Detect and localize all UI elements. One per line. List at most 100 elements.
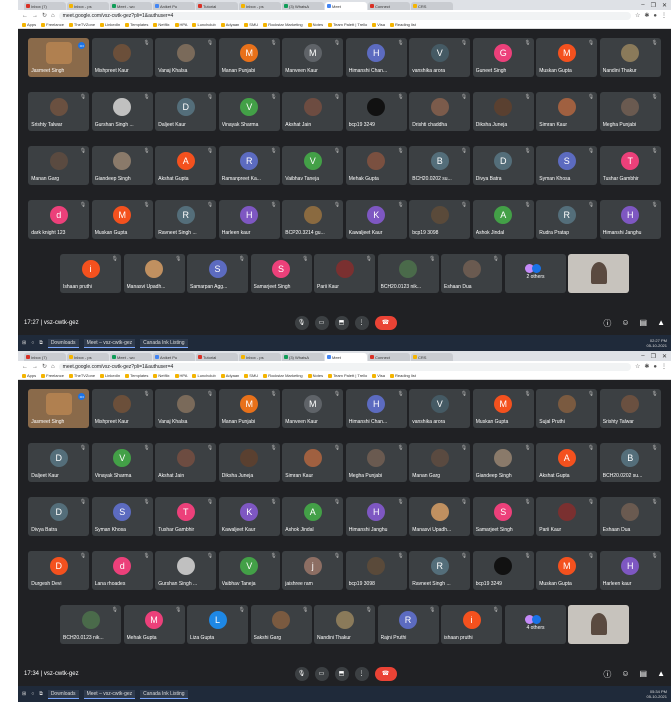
maximize-icon[interactable]: ❐: [651, 2, 656, 9]
participant-tile[interactable]: H 🎙︎ Harleen kaur: [218, 200, 280, 239]
participant-tile[interactable]: M 🎙︎ Manveen Kaur: [282, 389, 344, 428]
browser-tab[interactable]: Meet - wo: [110, 2, 152, 10]
participant-tile[interactable]: R 🎙︎ Ramanpreet Ka...: [218, 146, 280, 185]
home-icon[interactable]: ⌂: [51, 13, 55, 19]
bookmark-item[interactable]: LinkedIn: [100, 373, 120, 378]
participant-tile[interactable]: K 🎙︎ Kawaljeet Kaur: [218, 497, 280, 536]
participant-tile[interactable]: 🎙︎ Diksha Juneja: [218, 443, 280, 482]
activities-icon[interactable]: ▲: [657, 669, 665, 680]
url-input[interactable]: meet.google.com/vsz-cwtk-gez?pli=1&authu…: [58, 362, 631, 371]
extensions-icon[interactable]: ✱: [644, 12, 649, 19]
participant-tile[interactable]: M 🎙︎ Muskan Gupta: [536, 551, 598, 590]
participant-tile[interactable]: V 🎙︎ Vinayak Sharma: [218, 92, 280, 131]
participant-tile[interactable]: ••• Jasmeet Singh: [28, 389, 90, 428]
participant-tile[interactable]: T 🎙︎ Tushar Gambhir: [155, 497, 217, 536]
participant-tile[interactable]: S 🎙︎ Syman Khosa: [536, 146, 598, 185]
participant-tile[interactable]: H 🎙︎ Himanshi Janghu: [345, 497, 407, 536]
participant-tile[interactable]: M 🎙︎ Manan Punjabi: [218, 389, 280, 428]
participant-tile[interactable]: R 🎙︎ Rajni Pruthi: [377, 605, 439, 644]
participant-tile[interactable]: 🎙︎ Gurshan Singh ...: [91, 92, 153, 131]
bookmark-item[interactable]: Rockstar Marketing: [263, 22, 302, 27]
star-icon[interactable]: ☆: [635, 12, 640, 19]
participant-tile[interactable]: 🎙︎ BCH20.0123 nik...: [60, 605, 121, 644]
search-icon[interactable]: ○: [31, 691, 34, 697]
participant-tile[interactable]: D 🎙︎ Daljeet Kaur: [28, 443, 90, 482]
start-icon[interactable]: ⊞: [22, 340, 26, 346]
participant-tile[interactable]: 🎙︎ Giandeep Singh: [472, 443, 534, 482]
participant-tile[interactable]: 4 others: [504, 605, 566, 644]
participant-tile[interactable]: 🎙︎ Nandini Thakur: [599, 38, 661, 77]
participant-tile[interactable]: 🎙︎ Simran Kaur: [536, 92, 598, 131]
info-icon[interactable]: ⓘ: [603, 318, 611, 329]
bookmark-item[interactable]: Templates: [125, 22, 148, 27]
bookmark-item[interactable]: Apps: [22, 373, 36, 378]
participant-tile[interactable]: 🎙︎ Megha Punjabi: [345, 443, 407, 482]
participant-tile[interactable]: 🎙︎ Srishty Talwar: [28, 92, 90, 131]
participant-tile[interactable]: d 🎙︎ Lana rhoades: [91, 551, 153, 590]
participant-tile[interactable]: 🎙︎ Srishty Talwar: [599, 389, 661, 428]
taskbar-item[interactable]: Downloads: [47, 338, 79, 348]
participant-tile[interactable]: D 🎙︎ Divya Batra: [472, 146, 534, 185]
participant-tile[interactable]: A 🎙︎ Akshat Gupta: [536, 443, 598, 482]
participant-tile[interactable]: 🎙︎ Giandeep Singh: [91, 146, 153, 185]
browser-tab[interactable]: Meet - wo: [110, 353, 152, 361]
participant-tile[interactable]: A 🎙︎ Ashok Jindal: [282, 497, 344, 536]
forward-icon[interactable]: →: [32, 364, 38, 370]
browser-tab[interactable]: Aniket Pu: [153, 2, 195, 10]
bookmark-item[interactable]: Apps: [22, 22, 36, 27]
participant-tile[interactable]: i 🎙︎ Ishaan pruthi: [60, 254, 121, 293]
participant-tile[interactable]: 🎙︎ Manasvi Upadh...: [123, 254, 185, 293]
participant-tile[interactable]: G 🎙︎ Guneet Singh: [472, 38, 534, 77]
participant-tile[interactable]: A 🎙︎ Ashok Jindal: [472, 200, 534, 239]
more-icon[interactable]: ⋮: [354, 667, 369, 681]
browser-tab[interactable]: Inbox - ps: [67, 353, 109, 361]
bookmark-item[interactable]: Adyaan: [221, 22, 240, 27]
bookmark-item[interactable]: Freelance: [41, 22, 64, 27]
start-icon[interactable]: ⊞: [22, 691, 26, 697]
browser-tab[interactable]: (3) WhatsA: [282, 2, 324, 10]
browser-tab[interactable]: Connect: [368, 2, 410, 10]
search-icon[interactable]: ○: [31, 340, 34, 346]
participant-tile[interactable]: 🎙︎ Nandini Thakur: [314, 605, 375, 644]
bookmark-item[interactable]: SMU: [244, 22, 258, 27]
participant-tile[interactable]: [568, 605, 629, 644]
taskbar-item[interactable]: Canada Ink Listing: [140, 338, 188, 348]
participant-tile[interactable]: 🎙︎ Vanaj Khalsa: [155, 38, 217, 77]
participant-tile[interactable]: V 🎙︎ Vaibhav Taneja: [218, 551, 280, 590]
task-view-icon[interactable]: ⧉: [39, 691, 43, 697]
participant-tile[interactable]: K 🎙︎ Kawaljeet Kaur: [345, 200, 407, 239]
participant-tile[interactable]: V 🎙︎ vanshika arora: [409, 38, 471, 77]
browser-tab[interactable]: (3) WhatsA: [282, 353, 324, 361]
reload-icon[interactable]: ↻: [42, 12, 47, 19]
participant-tile[interactable]: ••• Jasmeet Singh: [28, 38, 90, 77]
bookmark-item[interactable]: Netflix: [153, 373, 169, 378]
taskbar-item[interactable]: Canada Ink Listing: [140, 689, 188, 699]
reload-icon[interactable]: ↻: [42, 363, 47, 370]
chat-icon[interactable]: ▤: [640, 318, 648, 329]
participant-tile[interactable]: M 🎙︎ Manan Punjabi: [218, 38, 280, 77]
browser-tab[interactable]: Connect: [368, 353, 410, 361]
bookmark-item[interactable]: Notes: [308, 373, 323, 378]
participant-tile[interactable]: D 🎙︎ Durgesh Devi: [28, 551, 90, 590]
bookmark-item[interactable]: TheTVZone: [69, 22, 95, 27]
star-icon[interactable]: ☆: [635, 363, 640, 370]
participant-tile[interactable]: H 🎙︎ Himanshi Chan...: [345, 389, 407, 428]
participant-tile[interactable]: R 🎙︎ Ravneet Singh ...: [155, 200, 217, 239]
participant-tile[interactable]: 🎙︎ Manasvi Upadh...: [409, 497, 471, 536]
browser-tab[interactable]: CRS: [411, 2, 453, 10]
participant-tile[interactable]: 🎙︎ Sakshi Garg: [250, 605, 312, 644]
browser-tab[interactable]: CRS: [411, 353, 453, 361]
taskbar-item[interactable]: Meet – vsz-cwtk-gez: [83, 338, 136, 348]
participant-tile[interactable]: 🎙︎ BCP20.3214 gu...: [282, 200, 344, 239]
participant-tile[interactable]: D 🎙︎ Daljeet Kaur: [155, 92, 217, 131]
bookmark-item[interactable]: Reading list: [390, 373, 416, 378]
profile-icon[interactable]: ●: [653, 13, 657, 19]
browser-tab[interactable]: Tutorial: [196, 353, 238, 361]
bookmark-item[interactable]: HPA: [175, 22, 188, 27]
participant-tile[interactable]: V 🎙︎ vanshika arora: [409, 389, 471, 428]
bookmark-item[interactable]: HPA: [175, 373, 188, 378]
browser-tab[interactable]: Inbox - ps: [239, 2, 281, 10]
participant-tile[interactable]: H 🎙︎ Himanshi Chan...: [345, 38, 407, 77]
present-icon[interactable]: ⬒: [334, 316, 349, 330]
participant-tile[interactable]: 🎙︎ Mishpreet Kaur: [91, 389, 153, 428]
